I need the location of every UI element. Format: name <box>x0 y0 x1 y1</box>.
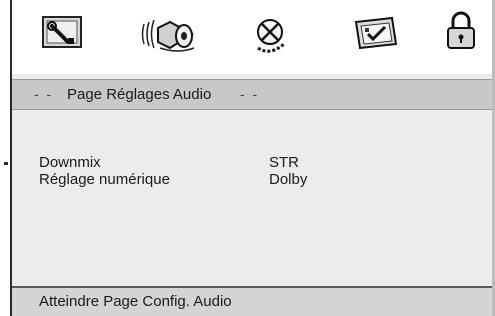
speaker-icon[interactable] <box>140 14 198 54</box>
setting-label-downmix[interactable]: Downmix <box>39 155 101 171</box>
edge-marker <box>4 162 8 165</box>
status-text: Atteindre Page Config. Audio <box>39 293 232 310</box>
setup-toolbar <box>12 0 495 74</box>
padlock-icon[interactable] <box>444 10 478 52</box>
setting-value-digital[interactable]: Dolby <box>269 172 307 188</box>
header-dash-left: - - <box>34 86 54 102</box>
page-header-bar: - - Page Réglages Audio - - <box>12 79 495 110</box>
settings-list: Downmix STR Réglage numérique Dolby <box>12 110 495 286</box>
header-dash-right: - - <box>240 86 260 102</box>
setting-value-downmix[interactable]: STR <box>269 155 299 171</box>
no-sign-icon[interactable] <box>248 14 292 58</box>
video-icon[interactable] <box>352 14 400 50</box>
page-title: Page Réglages Audio <box>67 86 212 103</box>
setting-label-digital[interactable]: Réglage numérique <box>39 172 170 188</box>
status-bar: Atteindre Page Config. Audio <box>12 286 495 316</box>
osd-setup-menu: - - Page Réglages Audio - - Downmix STR … <box>10 0 495 316</box>
wrench-icon[interactable] <box>40 14 84 50</box>
